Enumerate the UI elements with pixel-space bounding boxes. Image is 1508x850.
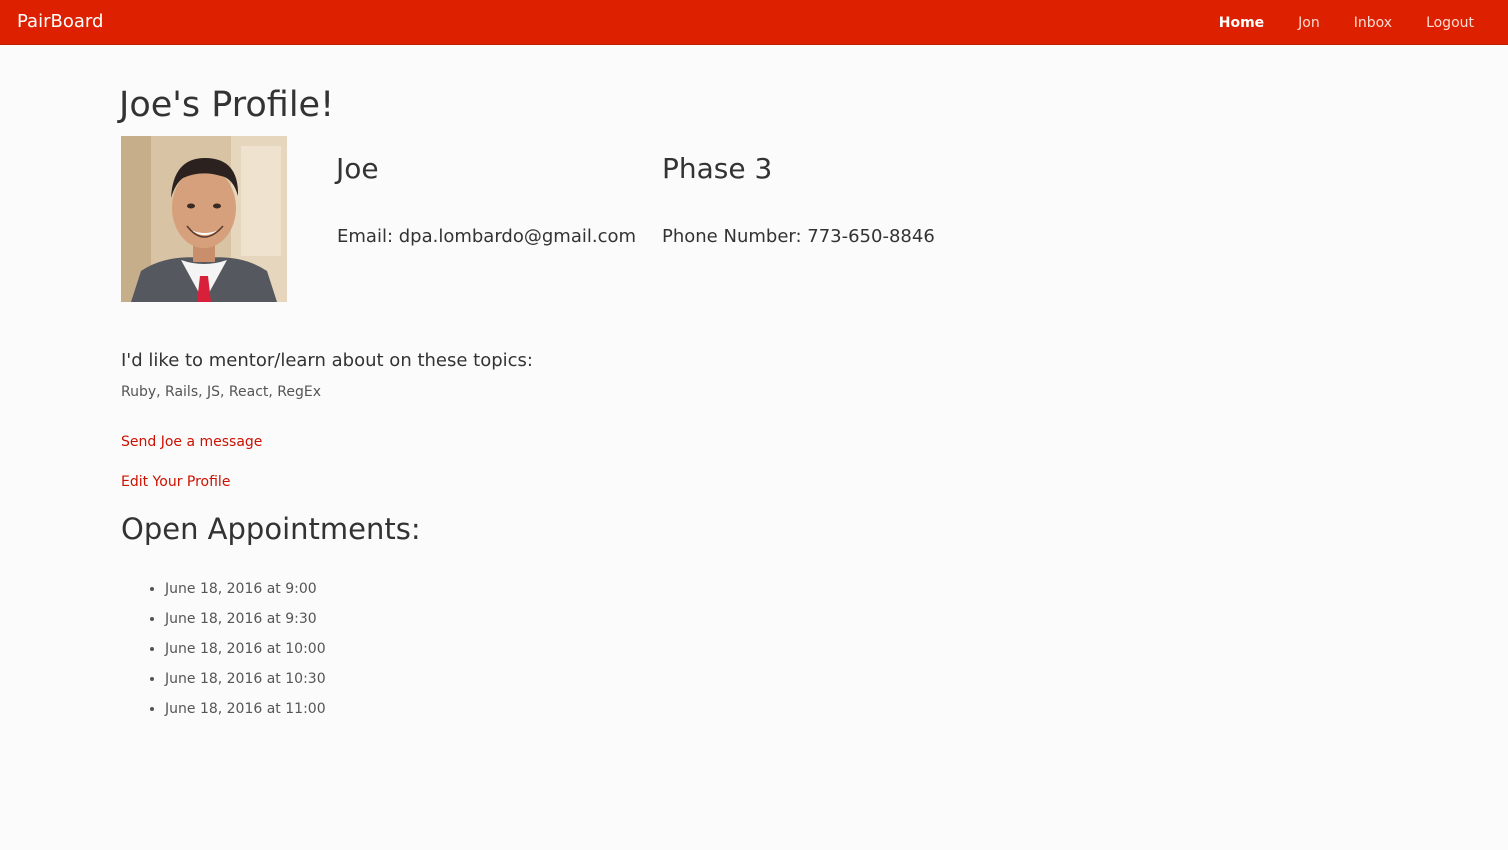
appointment-item: June 18, 2016 at 9:00 bbox=[165, 574, 326, 604]
nav-jon-link[interactable]: Jon bbox=[1298, 14, 1320, 32]
nav-home-link[interactable]: Home bbox=[1219, 14, 1264, 32]
user-photo-icon bbox=[121, 136, 287, 302]
edit-profile-link[interactable]: Edit Your Profile bbox=[121, 472, 230, 492]
profile-phone: Phone Number: 773-650-8846 bbox=[662, 226, 935, 247]
appointment-item: June 18, 2016 at 10:30 bbox=[165, 664, 326, 694]
nav-inbox-link[interactable]: Inbox bbox=[1354, 14, 1392, 32]
appointment-item: June 18, 2016 at 9:30 bbox=[165, 604, 326, 634]
appointment-item: June 18, 2016 at 10:00 bbox=[165, 634, 326, 664]
nav-logout-link[interactable]: Logout bbox=[1426, 14, 1474, 32]
brand-logo-link[interactable]: PairBoard bbox=[17, 11, 103, 33]
topics-list: Ruby, Rails, JS, React, RegEx bbox=[121, 384, 322, 400]
send-message-link[interactable]: Send Joe a message bbox=[121, 432, 262, 452]
profile-email: Email: dpa.lombardo@gmail.com bbox=[337, 226, 637, 247]
page-title: Joe's Profile! bbox=[119, 85, 335, 125]
profile-name: Joe bbox=[336, 152, 379, 185]
appointments-heading: Open Appointments: bbox=[121, 512, 421, 546]
profile-phase: Phase 3 bbox=[662, 152, 773, 185]
top-navbar: PairBoard Home Jon Inbox Logout bbox=[0, 0, 1508, 45]
appointment-item: June 18, 2016 at 11:00 bbox=[165, 694, 326, 724]
avatar bbox=[121, 136, 287, 302]
topics-heading: I'd like to mentor/learn about on these … bbox=[121, 350, 533, 371]
nav-links: Home Jon Inbox Logout bbox=[1219, 0, 1508, 45]
appointments-list: June 18, 2016 at 9:00 June 18, 2016 at 9… bbox=[121, 574, 326, 724]
